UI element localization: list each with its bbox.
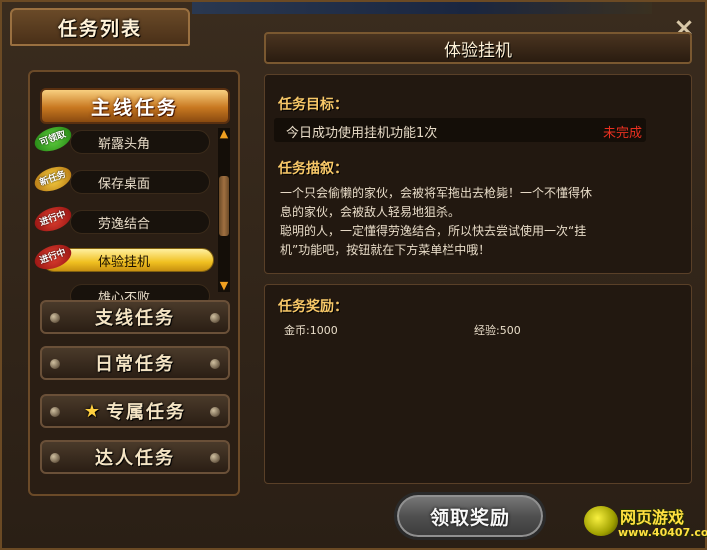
tab-label: 日常任务 (95, 354, 175, 375)
description-line: 一个只会偷懒的家伙，会被将军拖出去枪毙！一个不懂得休 (280, 186, 593, 200)
daily-quest-tab[interactable]: 日常任务 (40, 346, 230, 380)
task-item-label: 体验挂机 (98, 255, 151, 270)
available-badge: 可领取 (34, 124, 75, 156)
bolt-icon (210, 313, 220, 323)
goal-row: 今日成功使用挂机功能1次 未完成 (274, 118, 646, 142)
bolt-icon (50, 407, 60, 417)
star-icon: ★ (83, 400, 103, 422)
reward-gold: 金币:1000 (284, 324, 338, 337)
tab-label: 达人任务 (95, 448, 175, 469)
watermark-text: 网页游戏 (620, 508, 685, 527)
watermark-logo-icon (584, 506, 618, 536)
bolt-icon (210, 359, 220, 369)
main-quest-tab[interactable]: 主线任务 (40, 88, 230, 124)
expert-quest-tab[interactable]: 达人任务 (40, 440, 230, 474)
description-line: 聪明的人，一定懂得劳逸结合，所以快去尝试使用一次“挂 (280, 224, 587, 238)
task-item-label: 雄心不败 (98, 291, 151, 300)
description-line: 机”功能吧，按钮就在下方菜单栏中哦！ (280, 243, 491, 257)
task-item[interactable]: 进行中 劳逸结合 (34, 202, 214, 236)
window-title-tab: 任务列表 (10, 8, 190, 46)
task-item[interactable]: 雄心不败 (34, 282, 214, 300)
claim-reward-button[interactable]: 领取奖励 (394, 492, 546, 540)
watermark-url: www.40407.com (618, 526, 707, 539)
task-window: 任务列表 × 主线任务 可领取 崭露头角 新任务 保存桌面 进行中 劳逸结合 进 (0, 0, 707, 550)
scroll-down-icon[interactable]: ▼ (218, 280, 230, 292)
bolt-icon (50, 453, 60, 463)
top-decor-strip (192, 2, 652, 14)
reward-heading: 任务奖励： (278, 299, 348, 315)
bolt-icon (210, 453, 220, 463)
task-category-panel: 主线任务 可领取 崭露头角 新任务 保存桌面 进行中 劳逸结合 进行中 体验挂机 (28, 70, 240, 496)
reward-exp: 经验:500 (474, 324, 521, 337)
goal-heading: 任务目标： (278, 97, 348, 113)
task-item-label: 劳逸结合 (98, 217, 151, 232)
task-detail-title: 体验挂机 (264, 32, 692, 64)
task-item[interactable]: 新任务 保存桌面 (34, 162, 214, 196)
new-task-badge: 新任务 (34, 162, 75, 196)
description-line: 息的家伙，会被敌人轻易地狙杀。 (280, 205, 461, 219)
bolt-icon (50, 313, 60, 323)
task-item-label: 崭露头角 (98, 137, 151, 152)
task-item-label: 保存桌面 (98, 177, 151, 192)
bolt-icon (50, 359, 60, 369)
goal-text: 今日成功使用挂机功能1次 (286, 126, 438, 141)
exclusive-quest-tab[interactable]: ★ 专属任务 (40, 394, 230, 428)
goal-status: 未完成 (602, 126, 642, 141)
task-item-selected[interactable]: 进行中 体验挂机 (34, 240, 214, 274)
task-item[interactable]: 可领取 崭露头角 (34, 124, 214, 156)
task-description: 一个只会偷懒的家伙，会被将军拖出去枪毙！一个不懂得休 息的家伙，会被敌人轻易地狙… (280, 184, 652, 260)
tab-label: 支线任务 (95, 308, 175, 329)
scrollbar-thumb[interactable] (219, 176, 229, 236)
tab-label: 专属任务 (106, 402, 187, 423)
side-quest-tab[interactable]: 支线任务 (40, 300, 230, 334)
in-progress-badge: 进行中 (34, 202, 75, 236)
task-list: 可领取 崭露头角 新任务 保存桌面 进行中 劳逸结合 进行中 体验挂机 雄心不败 (34, 124, 234, 300)
scroll-up-icon[interactable]: ▲ (218, 128, 230, 140)
bolt-icon (210, 407, 220, 417)
site-watermark: 网页游戏 www.40407.com (580, 498, 707, 550)
description-heading: 任务描叙： (278, 161, 348, 177)
